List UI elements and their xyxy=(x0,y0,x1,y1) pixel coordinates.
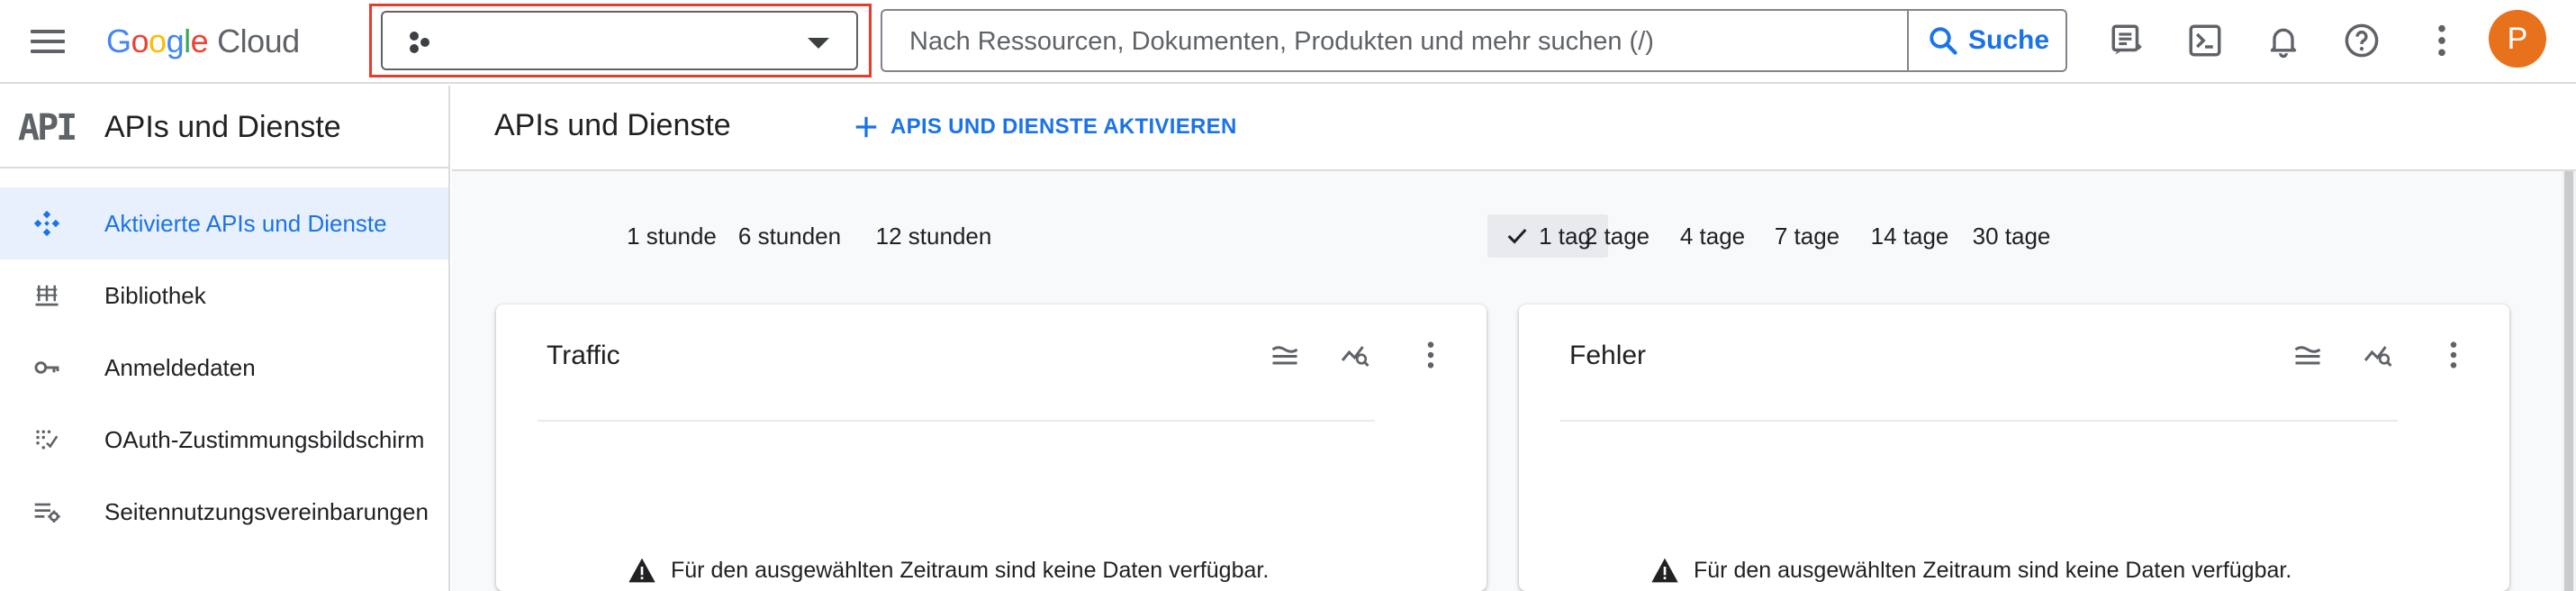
api-diamond-icon xyxy=(31,207,63,240)
sidebar-item-label: Seitennutzungsvereinbarungen xyxy=(104,497,429,525)
chevron-down-icon xyxy=(808,38,829,49)
scrollbar-thumb[interactable] xyxy=(2564,171,2573,591)
sidebar-item-credentials[interactable]: Anmeldedaten xyxy=(0,332,448,404)
page-title: APIs und Dienste xyxy=(494,108,731,142)
account-avatar[interactable]: P xyxy=(2489,10,2546,68)
top-bar: GoogleCloud Suche xyxy=(0,0,2576,84)
search-button[interactable]: Suche xyxy=(1927,11,2049,70)
no-data-message: Für den ausgewählten Zeitraum sind keine… xyxy=(628,557,1269,584)
sidebar-item-oauth-consent[interactable]: OAuth-Zustimmungsbildschirm xyxy=(0,404,448,476)
search-icon xyxy=(1930,27,1957,55)
no-data-message: Für den ausgewählten Zeitraum sind keine… xyxy=(1650,557,2291,584)
card-title: Traffic xyxy=(547,341,620,370)
legend-toggle-icon[interactable] xyxy=(1265,335,1305,375)
card-more-vert-icon[interactable] xyxy=(2434,335,2473,375)
search-input[interactable] xyxy=(909,22,1864,61)
page-usage-settings-icon xyxy=(31,496,63,528)
legend-toggle-icon[interactable] xyxy=(2288,335,2327,375)
main-content: APIs und Dienste APIS UND DIENSTE AKTIVI… xyxy=(452,86,2576,591)
cloud-shell-terminal-icon[interactable] xyxy=(2183,18,2228,63)
errors-card: Fehler Für den ausgewählten Zeitraum sin… xyxy=(1519,305,2509,591)
range-6-hours[interactable]: 6 stunden xyxy=(722,214,857,258)
sidebar-title: APIs und Dienste xyxy=(104,110,341,144)
project-picker[interactable] xyxy=(381,11,858,70)
query-stats-icon[interactable] xyxy=(1336,335,1376,375)
notifications-bell-icon[interactable] xyxy=(2261,18,2306,63)
vertical-scrollbar[interactable] xyxy=(2562,171,2576,591)
search-divider xyxy=(1907,11,1909,70)
enable-apis-button[interactable]: APIS UND DIENSTE AKTIVIEREN xyxy=(853,107,1237,147)
plus-icon xyxy=(855,116,877,138)
sidebar-item-label: Aktivierte APIs und Dienste xyxy=(104,209,387,237)
sidebar-item-page-usage-agreements[interactable]: Seitennutzungsvereinbarungen xyxy=(0,476,448,548)
help-icon[interactable] xyxy=(2339,18,2384,63)
library-icon xyxy=(31,279,63,312)
warning-icon xyxy=(1651,558,1678,583)
sidebar-item-label: Anmeldedaten xyxy=(104,353,256,381)
sidebar-item-label: OAuth-Zustimmungsbildschirm xyxy=(104,425,425,453)
sidebar-item-enabled-apis[interactable]: Aktivierte APIs und Dienste xyxy=(0,187,448,259)
main-header: APIs und Dienste APIS UND DIENSTE AKTIVI… xyxy=(452,86,2576,171)
check-icon xyxy=(1507,228,1527,244)
card-more-vert-icon[interactable] xyxy=(1411,335,1451,375)
search-bar: Suche xyxy=(881,9,2067,72)
sidebar-item-label: Bibliothek xyxy=(104,281,206,309)
sidebar-item-library[interactable]: Bibliothek xyxy=(0,259,448,332)
key-icon xyxy=(31,351,63,384)
google-cloud-logo[interactable]: Go o g l e Cloud xyxy=(106,18,300,65)
sidebar-header: API APIs und Dienste xyxy=(0,86,448,168)
card-title: Fehler xyxy=(1569,341,1647,370)
project-dots-icon xyxy=(410,32,429,53)
search-button-label: Suche xyxy=(1968,25,2050,55)
traffic-card: Traffic Für den ausgewählten Zeitraum si… xyxy=(496,305,1487,591)
oauth-consent-icon xyxy=(31,423,63,456)
warning-icon xyxy=(628,558,655,583)
hamburger-menu-icon[interactable] xyxy=(31,22,70,61)
enable-apis-button-label: APIS UND DIENSTE AKTIVIEREN xyxy=(890,114,1237,139)
more-vert-icon[interactable] xyxy=(2419,18,2464,63)
api-logo-icon: API xyxy=(18,107,77,149)
sidebar: API APIs und Dienste Aktivierte APIs und… xyxy=(0,86,450,591)
feedback-icon[interactable] xyxy=(2105,18,2150,63)
query-stats-icon[interactable] xyxy=(2359,335,2399,375)
range-30-days[interactable]: 30 tage xyxy=(1948,214,2074,258)
range-12-hours[interactable]: 12 stunden xyxy=(857,214,1010,258)
